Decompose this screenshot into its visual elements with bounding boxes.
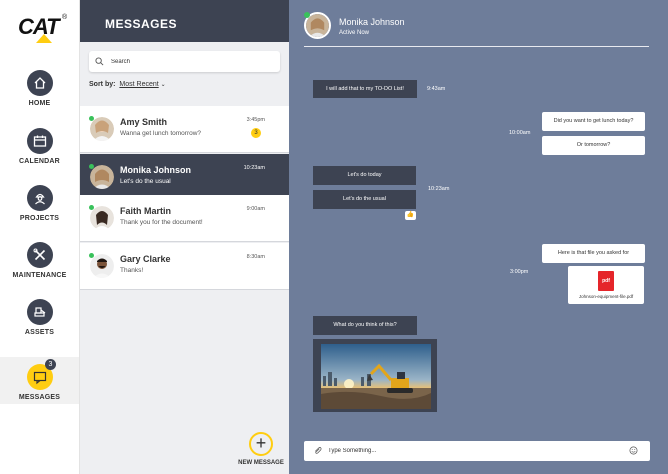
message-time: 8:30am: [246, 254, 265, 260]
unread-count-badge: 3: [251, 128, 261, 138]
nav-item-label: MESSAGES: [18, 394, 61, 401]
cat-logo[interactable]: CAT ®: [18, 14, 68, 44]
thumbs-up-reaction[interactable]: 👍: [405, 211, 416, 220]
nav-item-label: HOME: [28, 100, 51, 107]
nav-item-projects[interactable]: PROJECTS: [0, 185, 79, 241]
search-input[interactable]: [111, 54, 271, 69]
emoji-icon[interactable]: [629, 446, 638, 455]
search-box[interactable]: [89, 51, 280, 72]
file-attachment[interactable]: pdf Johnson-equipment-file.pdf: [568, 266, 644, 304]
chat-panel: Monika Johnson Active Now I will add tha…: [289, 0, 668, 474]
avatar: [90, 206, 114, 230]
calendar-icon: [26, 128, 53, 154]
new-message-button[interactable]: + NEW MESSAGE: [235, 432, 287, 466]
worker-icon: [26, 185, 53, 211]
new-message-label: NEW MESSAGE: [238, 460, 284, 466]
avatar: [90, 117, 114, 141]
message-preview: Thanks!: [120, 267, 144, 274]
image-attachment[interactable]: [313, 339, 437, 412]
contact-name: Amy Smith: [120, 117, 168, 127]
equipment-icon: [26, 299, 53, 325]
contact-name: Gary Clarke: [120, 254, 171, 264]
message-bubble-incoming[interactable]: Let's do the usual: [313, 190, 416, 209]
nav-item-calendar[interactable]: CALENDAR: [0, 128, 79, 184]
nav-item-label: ASSETS: [24, 329, 55, 336]
message-bubble-incoming[interactable]: Let's do today: [313, 166, 416, 185]
message-preview: Thank you for the document!: [120, 219, 203, 226]
message-preview: Wanna get lunch tomorrow?: [120, 130, 202, 137]
message-bubble-outgoing[interactable]: Here is that file you asked for: [542, 244, 645, 263]
online-indicator: [89, 253, 94, 258]
message-time: 3:45pm: [246, 117, 265, 123]
file-name: Johnson-equipment-file.pdf: [578, 294, 634, 299]
message-bubble-outgoing[interactable]: Or tomorrow?: [542, 136, 645, 155]
sort-control[interactable]: Sort by: Most Recent ⌄: [89, 81, 166, 88]
messages-count-badge: 3: [45, 359, 56, 370]
nav-item-label: CALENDAR: [19, 158, 60, 165]
chat-contact-name: Monika Johnson: [339, 17, 405, 27]
conversation-item[interactable]: Amy Smith Wanna get lunch tomorrow? 3:45…: [80, 106, 289, 153]
online-indicator: [89, 116, 94, 121]
sort-label: Sort by:: [89, 81, 116, 88]
conversation-item[interactable]: Monika Johnson Let's do the usual 10:23a…: [80, 154, 289, 201]
avatar: [90, 165, 114, 189]
chat-contact-status: Active Now: [339, 30, 370, 36]
message-input[interactable]: [328, 444, 618, 458]
nav-item-messages[interactable]: 3 MESSAGES: [0, 357, 79, 404]
search-icon: [95, 57, 104, 66]
tools-icon: [26, 242, 53, 268]
contact-name: Faith Martin: [120, 206, 171, 216]
message-timestamp: 3:00pm: [510, 269, 529, 275]
online-indicator: [304, 12, 310, 18]
nav-item-label: MAINTENANCE: [12, 272, 67, 279]
message-bubble-incoming[interactable]: What do you think of this?: [313, 316, 417, 335]
chevron-down-icon[interactable]: ⌄: [161, 82, 166, 88]
conversations-panel: MESSAGES Sort by: Most Recent ⌄ Amy Smit…: [80, 0, 289, 474]
conversation-item[interactable]: Faith Martin Thank you for the document!…: [80, 195, 289, 242]
main-nav: CAT ® HOME CALENDAR PROJECTS MAINTENANCE…: [0, 0, 80, 474]
messages-panel-title: MESSAGES: [80, 0, 289, 42]
nav-item-assets[interactable]: ASSETS: [0, 299, 79, 355]
logo-registered-mark: ®: [62, 14, 68, 21]
divider: [304, 46, 649, 47]
avatar: [90, 254, 114, 278]
pdf-file-icon: pdf: [598, 271, 614, 291]
message-composer[interactable]: [304, 441, 650, 461]
plus-icon: +: [249, 432, 273, 456]
message-bubble-outgoing[interactable]: Did you want to get lunch today?: [542, 112, 645, 131]
message-timestamp: 10:23am: [428, 186, 450, 192]
nav-item-label: PROJECTS: [19, 215, 60, 222]
message-bubble-incoming[interactable]: I will add that to my TO-DO List!: [313, 80, 417, 98]
message-timestamp: 10:00am: [509, 130, 531, 136]
nav-item-home[interactable]: HOME: [0, 70, 79, 126]
excavator-photo: [321, 344, 431, 409]
home-icon: [26, 70, 53, 96]
message-time: 9:00am: [246, 206, 265, 212]
logo-triangle: [36, 34, 52, 43]
paperclip-icon[interactable]: [313, 446, 322, 455]
online-indicator: [89, 164, 94, 169]
message-timestamp: 9:43am: [427, 86, 446, 92]
contact-name: Monika Johnson: [120, 165, 192, 175]
sort-value[interactable]: Most Recent: [119, 81, 158, 88]
nav-item-maintenance[interactable]: MAINTENANCE: [0, 242, 79, 298]
message-time: 10:23am: [243, 165, 265, 171]
online-indicator: [89, 205, 94, 210]
conversation-item[interactable]: Gary Clarke Thanks! 8:30am: [80, 243, 289, 290]
message-preview: Let's do the usual: [120, 178, 171, 185]
